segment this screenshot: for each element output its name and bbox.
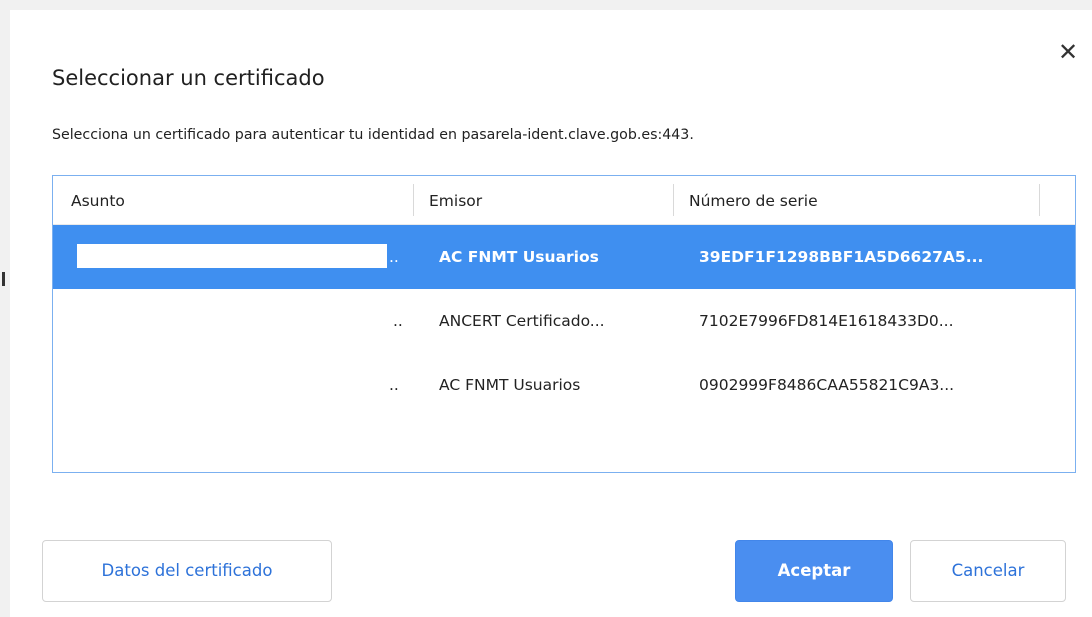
column-divider[interactable] (673, 184, 674, 216)
cell-subject: .. (389, 376, 399, 394)
dialog-subtitle: Selecciona un certificado para autentica… (52, 127, 694, 143)
table-row[interactable]: .. AC FNMT Usuarios 0902999F8486CAA55821… (53, 353, 1075, 417)
background-text-fragment (2, 272, 5, 286)
column-header-issuer[interactable]: Emisor (429, 176, 482, 224)
accept-button[interactable]: Aceptar (735, 540, 893, 602)
cell-subject: .. (389, 248, 399, 266)
dialog-title: Seleccionar un certificado (52, 66, 325, 90)
table-row[interactable]: .. ANCERT Certificado... 7102E7996FD814E… (53, 289, 1075, 353)
cell-serial: 0902999F8486CAA55821C9A3... (699, 376, 955, 394)
column-header-serial[interactable]: Número de serie (689, 176, 818, 224)
certificate-dialog: ✕ Seleccionar un certificado Selecciona … (10, 10, 1092, 617)
table-header: Asunto Emisor Número de serie (53, 176, 1075, 225)
certificate-table: Asunto Emisor Número de serie .. AC FNMT… (52, 175, 1076, 473)
column-divider[interactable] (413, 184, 414, 216)
close-icon[interactable]: ✕ (1053, 37, 1083, 67)
column-header-subject[interactable]: Asunto (71, 176, 125, 224)
cell-serial: 39EDF1F1298BBF1A5D6627A5... (699, 248, 984, 266)
cell-issuer: AC FNMT Usuarios (439, 248, 599, 266)
table-row[interactable]: .. AC FNMT Usuarios 39EDF1F1298BBF1A5D66… (53, 225, 1075, 289)
background-window-edge (0, 0, 10, 617)
cancel-button[interactable]: Cancelar (910, 540, 1066, 602)
certificate-details-button[interactable]: Datos del certificado (42, 540, 332, 602)
cell-subject: .. (393, 312, 403, 330)
cell-issuer: AC FNMT Usuarios (439, 376, 581, 394)
column-divider[interactable] (1039, 184, 1040, 216)
cell-serial: 7102E7996FD814E1618433D0... (699, 312, 954, 330)
cell-issuer: ANCERT Certificado... (439, 312, 605, 330)
redacted-subject (77, 244, 387, 268)
